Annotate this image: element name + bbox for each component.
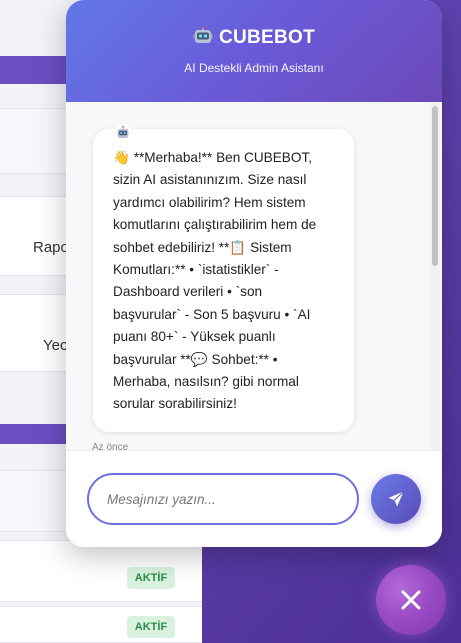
robot-icon (114, 124, 132, 142)
send-button[interactable] (371, 474, 421, 524)
scrollbar[interactable] (430, 102, 440, 450)
message-timestamp: Az önce (92, 442, 129, 450)
table-row: AKTİF (0, 540, 202, 602)
row-label: Yec (43, 337, 68, 354)
chat-title-row: CUBEBOT (66, 26, 442, 49)
send-icon (388, 491, 404, 507)
chat-header: CUBEBOT AI Destekli Admin Asistanı (66, 0, 442, 102)
bot-message-text: 👋 **Merhaba!** Ben CUBEBOT, sizin AI asi… (113, 150, 317, 412)
chat-subtitle: AI Destekli Admin Asistanı (184, 61, 324, 75)
bot-message-bubble: 👋 **Merhaba!** Ben CUBEBOT, sizin AI asi… (93, 129, 354, 432)
status-badge: AKTİF (127, 567, 175, 589)
close-icon (401, 590, 421, 610)
chat-title: CUBEBOT (218, 27, 316, 48)
chatbot-window: CUBEBOT AI Destekli Admin Asistanı 👋 **M… (66, 0, 442, 547)
table-row: AKTİF (0, 606, 202, 643)
status-badge: AKTİF (127, 616, 175, 638)
chat-input-area (66, 450, 442, 547)
message-input[interactable] (87, 473, 359, 525)
close-chat-button[interactable] (376, 565, 446, 635)
scrollbar-thumb[interactable] (432, 106, 438, 266)
row-label: Rapo (33, 239, 69, 256)
robot-icon (193, 26, 213, 43)
message-list[interactable]: 👋 **Merhaba!** Ben CUBEBOT, sizin AI asi… (66, 102, 442, 450)
